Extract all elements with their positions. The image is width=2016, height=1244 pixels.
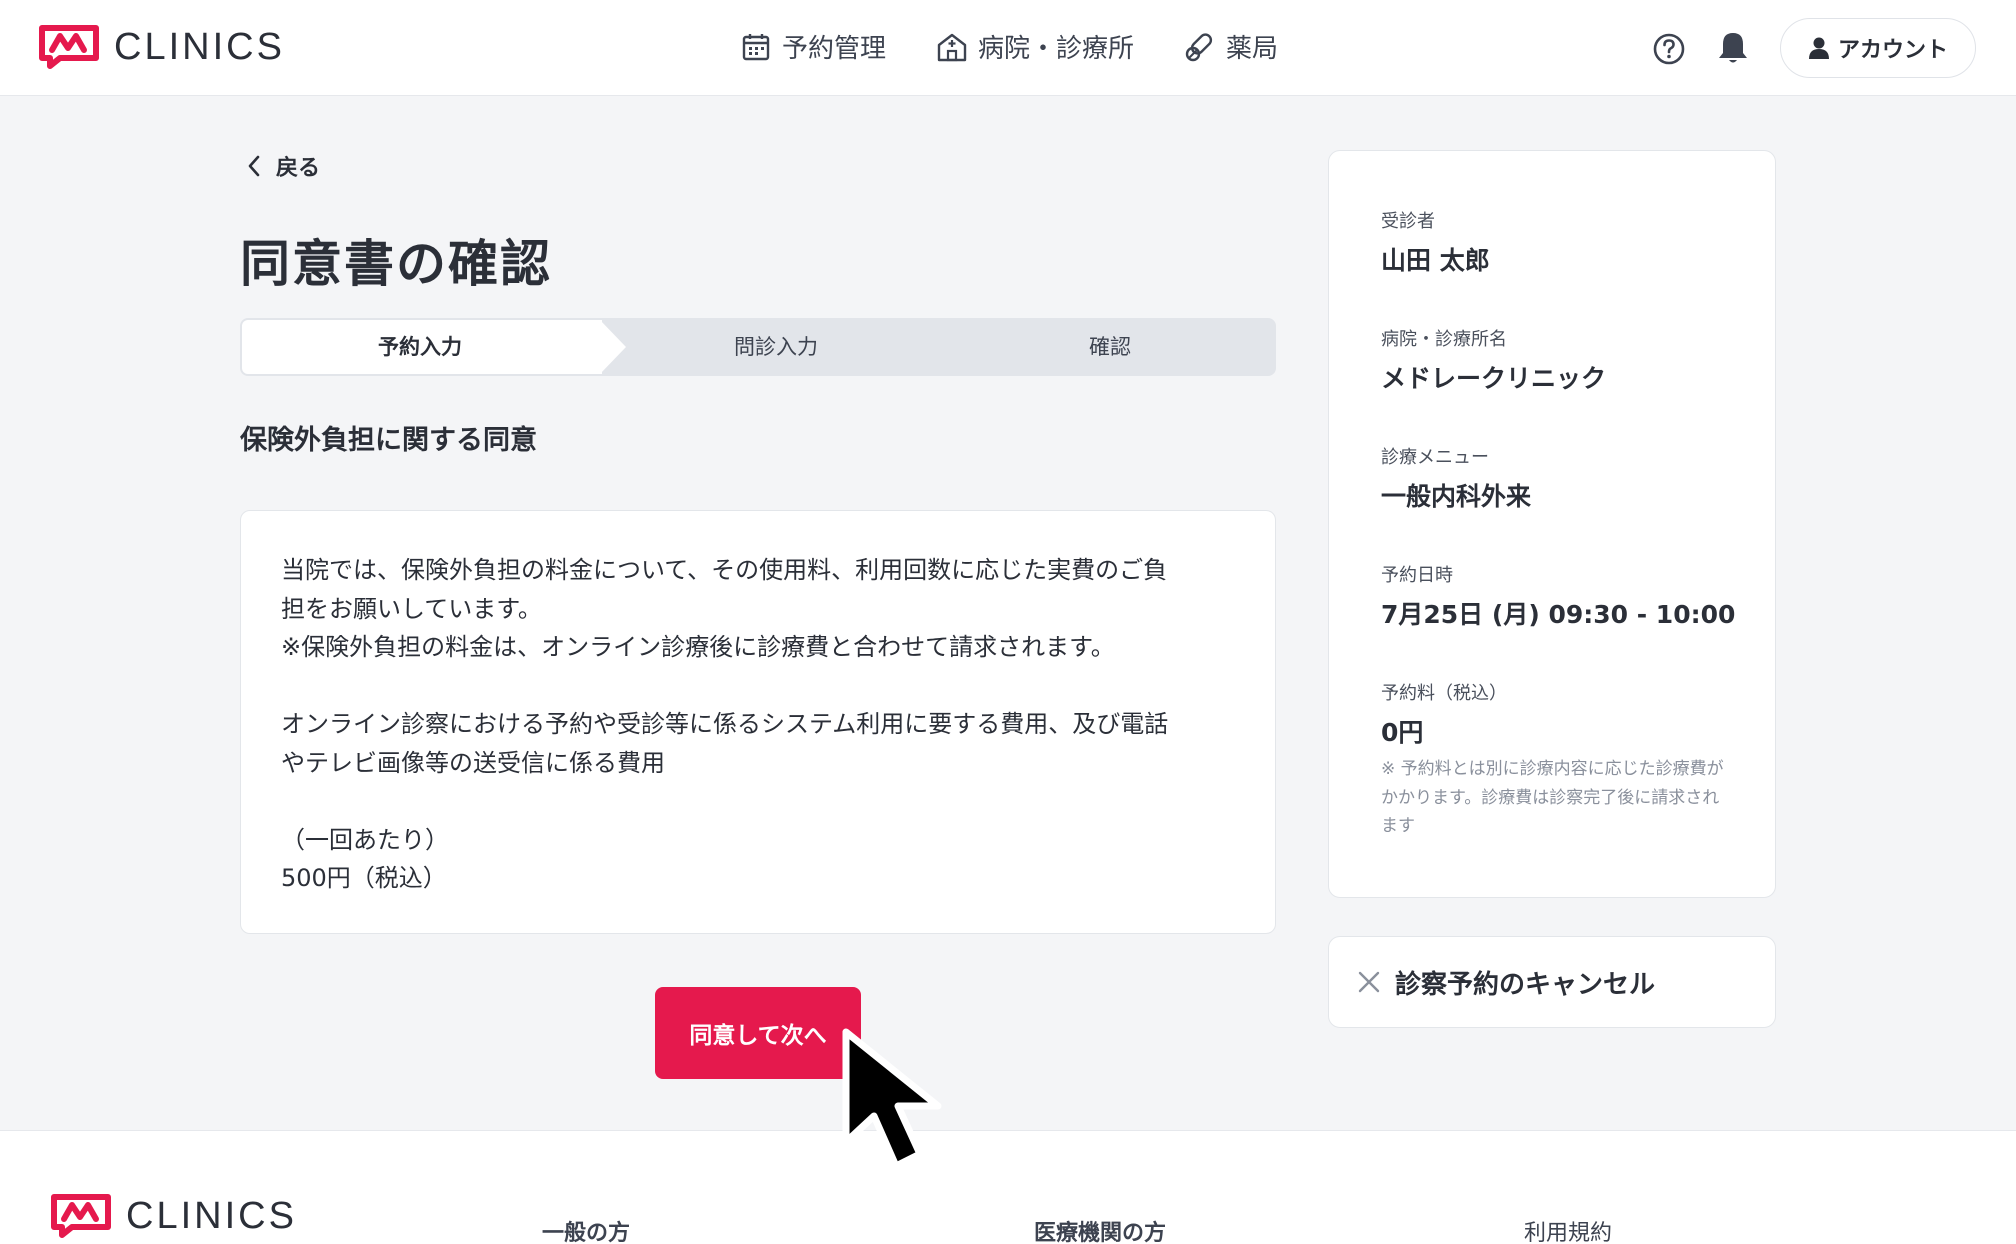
page-footer: CLINICS 一般の方 医療機関の方 利用規約 <box>0 1130 2016 1244</box>
calendar-icon <box>742 33 770 60</box>
clinics-logo[interactable]: CLINICS <box>38 24 285 70</box>
summary-label: 予約料（税込） <box>1381 683 1507 704</box>
summary-label: 診療メニュー <box>1381 447 1489 468</box>
summary-menu: 診療メニュー 一般内科外来 <box>1381 443 1531 513</box>
consent-line: 500円（税込） <box>281 864 447 892</box>
page-title: 同意書の確認 <box>240 235 552 293</box>
back-label: 戻る <box>276 156 321 181</box>
summary-value: 山田 太郎 <box>1381 246 1490 275</box>
hospital-icon <box>937 33 967 61</box>
footer-link-terms[interactable]: 利用規約 <box>1524 1215 1612 1244</box>
summary-patient: 受診者 山田 太郎 <box>1381 207 1490 277</box>
fee-note: ※ 予約料とは別に診療内容に応じた診療費がかかります。診療費は診察完了後に請求さ… <box>1381 759 1724 836</box>
nav-hospitals[interactable]: 病院・診療所 <box>936 28 1134 65</box>
summary-label: 病院・診療所名 <box>1381 329 1507 350</box>
summary-clinic: 病院・診療所名 メドレークリニック <box>1381 325 1606 395</box>
summary-value: 7月25日 (月) 09:30 - 10:00 <box>1381 600 1736 629</box>
summary-label: 受診者 <box>1381 211 1435 232</box>
consent-text-box: 当院では、保険外負担の料金について、その使用料、利用回数に応じた実費のご負 担を… <box>240 510 1276 934</box>
summary-value: 0円 <box>1381 718 1424 747</box>
consent-line: 担をお願いしています。 <box>281 594 542 623</box>
footer-link-general[interactable]: 一般の方 <box>542 1215 630 1244</box>
agree-next-button[interactable]: 同意して次へ <box>655 987 861 1079</box>
consent-line: やテレビ画像等の送受信に係る費用 <box>281 748 665 777</box>
cancel-reservation-button[interactable]: 診察予約のキャンセル <box>1328 936 1776 1028</box>
logo-text: CLINICS <box>114 25 285 68</box>
clinics-logo-mark-icon <box>51 1194 111 1238</box>
nav-label: 予約管理 <box>782 34 887 64</box>
nav-label: 病院・診療所 <box>978 34 1135 64</box>
nav-label: 薬局 <box>1226 34 1279 64</box>
help-icon[interactable] <box>1652 32 1686 66</box>
summary-fee: 予約料（税込） 0円 <box>1381 679 1507 749</box>
footer-link-medical-institutions[interactable]: 医療機関の方 <box>1034 1215 1166 1244</box>
nav-reservations[interactable]: 予約管理 <box>740 28 886 65</box>
progress-stepper: 予約入力 問診入力 確認 <box>240 318 1276 376</box>
section-heading: 保険外負担に関する同意 <box>240 425 537 456</box>
back-link[interactable]: 戻る <box>246 150 320 182</box>
cancel-label: 診察予約のキャンセル <box>1395 969 1656 1000</box>
mouse-cursor-icon <box>842 1028 942 1170</box>
summary-datetime: 予約日時 7月25日 (月) 09:30 - 10:00 <box>1381 561 1735 631</box>
user-icon <box>1808 37 1829 59</box>
step-reservation-input: 予約入力 <box>378 335 462 359</box>
consent-line: ※保険外負担の料金は、オンライン診療後に診療費と合わせて請求されます。 <box>281 633 1115 661</box>
account-label: アカウント <box>1837 38 1948 63</box>
consent-line: （一回あたり） <box>281 825 449 854</box>
close-icon <box>1358 971 1380 993</box>
bell-icon[interactable] <box>1716 30 1750 66</box>
footer-logo[interactable]: CLINICS <box>50 1193 297 1239</box>
footer-logo-text: CLINICS <box>126 1194 297 1237</box>
consent-line <box>281 667 1235 706</box>
consent-line <box>281 782 1235 821</box>
step-questionnaire-input: 問診入力 <box>734 335 818 359</box>
step-active-arrow <box>600 320 626 374</box>
clinics-logo-mark-icon <box>39 25 99 69</box>
nav-pharmacy[interactable]: 薬局 <box>1184 28 1278 65</box>
consent-line: 当院では、保険外負担の料金について、その使用料、利用回数に応じた実費のご負 <box>281 556 1168 584</box>
top-header: CLINICS 予約管理 病院・診療所 薬局 アカウント <box>0 0 2016 96</box>
pills-icon <box>1185 32 1213 61</box>
account-button[interactable]: アカウント <box>1780 18 1976 78</box>
summary-value: 一般内科外来 <box>1381 482 1532 511</box>
consent-line: オンライン診察における予約や受診等に係るシステム利用に要する費用、及び電話 <box>281 710 1169 738</box>
reservation-summary-card: 受診者 山田 太郎 病院・診療所名 メドレークリニック 診療メニュー 一般内科外… <box>1328 150 1776 898</box>
summary-label: 予約日時 <box>1381 565 1453 586</box>
step-confirmation: 確認 <box>1089 335 1131 359</box>
summary-value: メドレークリニック <box>1381 364 1607 393</box>
chevron-left-icon <box>248 155 260 177</box>
